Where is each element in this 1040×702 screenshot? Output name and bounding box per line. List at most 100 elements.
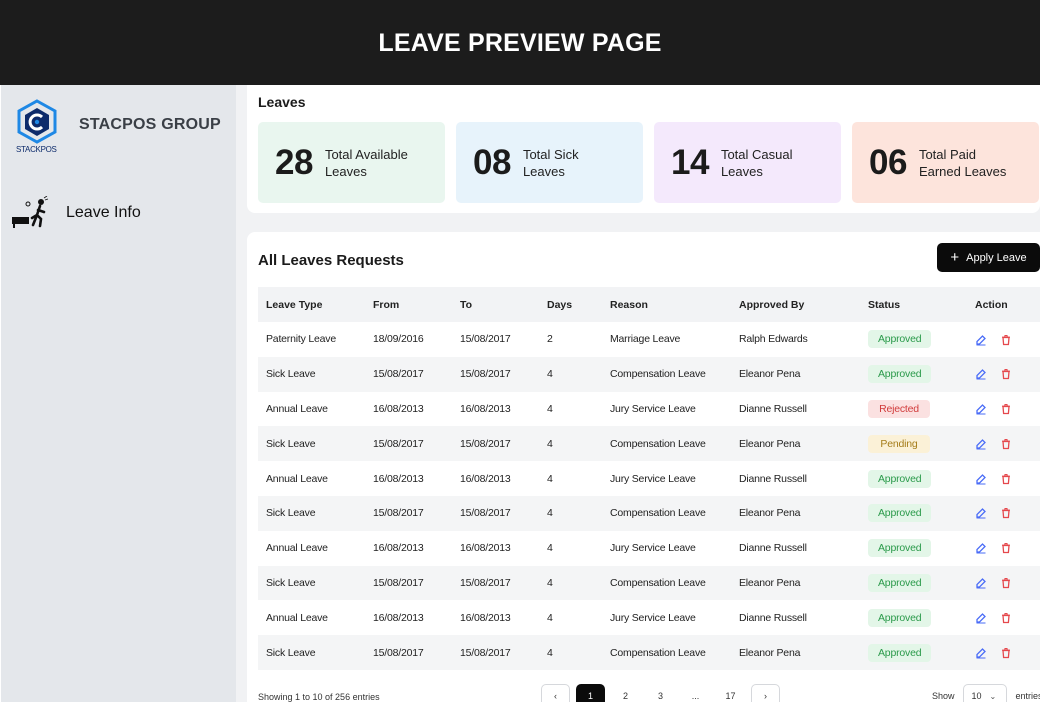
table-cell: 4: [547, 402, 553, 415]
table-cell: Dianne Russell: [739, 542, 807, 555]
table-cell: 15/08/2017: [365, 565, 452, 601]
stat-label: Total Casual Leaves: [720, 146, 793, 179]
table-cell: Jury Service Leave: [610, 402, 696, 415]
action-cell: [967, 565, 1040, 601]
showing-entries-text: Showing 1 to 10 of 256 entries: [258, 692, 380, 702]
apply-leave-button[interactable]: + Apply Leave: [937, 243, 1040, 272]
table-cell: 16/08/2013: [460, 611, 511, 624]
trash-icon[interactable]: [1000, 403, 1012, 415]
table-cell: Dianne Russell: [739, 472, 807, 485]
table-row: Sick Leave 15/08/2017 15/08/2017 4 Compensat…: [258, 356, 1040, 392]
table-cell: 18/09/2016: [373, 333, 424, 346]
table-cell: Jury Service Leave: [610, 542, 696, 555]
trash-icon[interactable]: [1000, 473, 1012, 485]
main-content: Leaves 28 Total Available Leaves 08 Tota…: [236, 85, 1040, 702]
chevron-down-icon: ⌄: [989, 691, 997, 701]
table-cell: 15/08/2017: [452, 495, 539, 531]
status-badge: Approved: [868, 539, 932, 558]
status-badge: Approved: [868, 573, 932, 592]
trash-icon[interactable]: [1000, 612, 1012, 624]
trash-icon[interactable]: [1000, 647, 1012, 659]
table-cell: Sick Leave: [258, 565, 365, 601]
trash-icon[interactable]: [1000, 334, 1012, 346]
page-button-17[interactable]: 17: [716, 684, 745, 702]
edit-icon[interactable]: [975, 542, 987, 554]
status-cell: Approved: [860, 322, 967, 357]
table-cell: 16/08/2013: [373, 611, 424, 624]
edit-icon[interactable]: [975, 647, 987, 659]
status-badge: Approved: [868, 608, 932, 627]
status-cell: Approved: [860, 635, 967, 670]
table-cell: 15/08/2017: [452, 356, 539, 392]
trash-icon[interactable]: [1000, 368, 1012, 380]
edit-icon[interactable]: [975, 334, 987, 346]
stat-paid-earned-leaves: 06 Total Paid Earned Leaves: [852, 122, 1039, 203]
column-header: To: [452, 287, 539, 322]
table-cell: Annual Leave: [266, 402, 328, 415]
leave-requests-table: Leave Type From To Days Reason Approved …: [258, 287, 1040, 670]
table-cell: 15/08/2017: [365, 426, 452, 462]
table-cell: 15/08/2017: [365, 495, 452, 531]
trash-icon[interactable]: [1000, 507, 1012, 519]
trash-icon[interactable]: [1000, 438, 1012, 450]
logo-text: STACKPOS: [16, 145, 57, 154]
stat-label: Total Paid Earned Leaves: [918, 146, 1007, 179]
column-header: Approved By: [731, 287, 860, 322]
prev-page-button[interactable]: ‹: [541, 684, 570, 702]
table-header-row: Leave Type From To Days Reason Approved …: [258, 287, 1040, 322]
edit-icon[interactable]: [975, 577, 987, 589]
action-cell: [967, 322, 1040, 357]
edit-icon[interactable]: [975, 438, 987, 450]
action-cell: [967, 600, 1040, 635]
edit-icon[interactable]: [975, 403, 987, 415]
table-cell: Dianne Russell: [739, 611, 807, 624]
table-row: Paternity Leave 18/09/2016 15/08/2017 2 Marr…: [258, 322, 1040, 357]
page-size-select[interactable]: 10 ⌄: [962, 684, 1007, 702]
table-cell: Compensation Leave: [602, 426, 731, 462]
pagination: ‹ 1 2 3 ... 17 ›: [541, 684, 786, 702]
table-cell: Dianne Russell: [739, 402, 807, 415]
status-cell: Pending: [860, 426, 967, 462]
edit-icon[interactable]: [975, 612, 987, 624]
stat-value: 06: [869, 142, 907, 182]
page-button-1[interactable]: 1: [576, 684, 605, 702]
edit-icon[interactable]: [975, 368, 987, 380]
table-cell: Compensation Leave: [602, 635, 731, 670]
table-cell: Sick Leave: [258, 635, 365, 670]
table-cell: 4: [547, 472, 553, 485]
edit-icon[interactable]: [975, 473, 987, 485]
status-cell: Approved: [860, 495, 967, 531]
page-button-2[interactable]: 2: [611, 684, 640, 702]
table-cell: 15/08/2017: [452, 635, 539, 670]
stat-value: 14: [671, 142, 709, 182]
table-cell: Sick Leave: [258, 356, 365, 392]
stat-sick-leaves: 08 Total Sick Leaves: [456, 122, 643, 203]
status-cell: Rejected: [860, 392, 967, 427]
page-button-3[interactable]: 3: [646, 684, 675, 702]
table-cell: 4: [547, 542, 553, 555]
table-cell: Paternity Leave: [266, 333, 336, 346]
edit-icon[interactable]: [975, 507, 987, 519]
brand: STACKPOS STACPOS GROUP: [15, 99, 221, 159]
table-cell: 15/08/2017: [460, 333, 511, 346]
column-header: From: [365, 287, 452, 322]
status-badge: Rejected: [868, 399, 930, 418]
column-header: Leave Type: [258, 287, 365, 322]
stat-label: Total Sick Leaves: [522, 146, 579, 179]
sidebar-item-leave-info[interactable]: Leave Info: [11, 196, 141, 230]
status-cell: Approved: [860, 600, 967, 635]
status-badge: Approved: [868, 365, 932, 384]
table-cell: 2: [547, 333, 553, 346]
chevron-right-icon: ›: [764, 691, 767, 701]
table-cell: 16/08/2013: [373, 472, 424, 485]
table-cell: 15/08/2017: [452, 565, 539, 601]
status-cell: Approved: [860, 356, 967, 392]
table-cell: 16/08/2013: [460, 472, 511, 485]
trash-icon[interactable]: [1000, 577, 1012, 589]
status-badge: Approved: [868, 469, 932, 488]
table-cell: Jury Service Leave: [610, 611, 696, 624]
action-cell: [967, 392, 1040, 427]
next-page-button[interactable]: ›: [751, 684, 780, 702]
trash-icon[interactable]: [1000, 542, 1012, 554]
status-badge: Approved: [868, 504, 932, 523]
